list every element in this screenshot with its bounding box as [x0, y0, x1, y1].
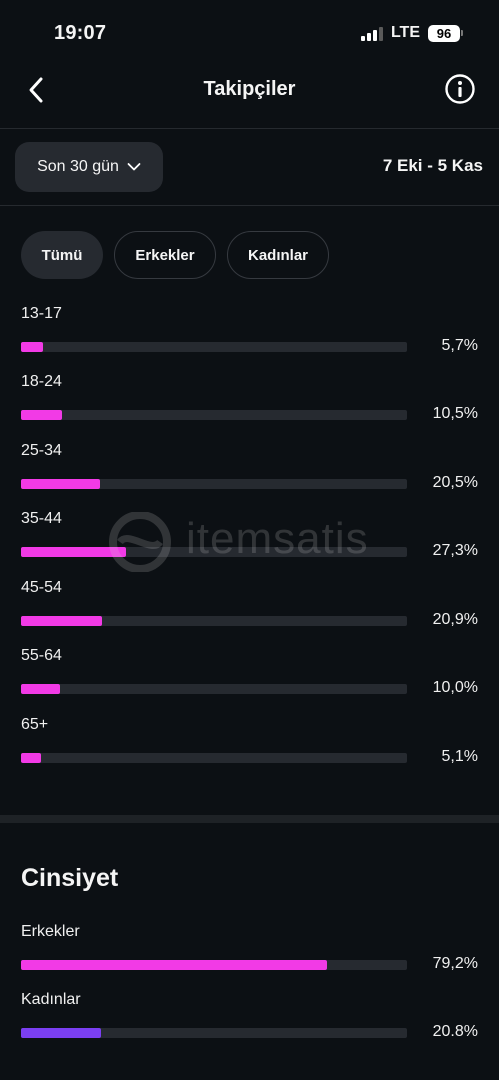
gender-value: 20.8%: [432, 1023, 478, 1040]
age-bar-track: [21, 342, 407, 352]
age-value: 20,5%: [432, 474, 478, 491]
age-label: 25-34: [21, 442, 62, 459]
tab-men[interactable]: Erkekler: [114, 231, 216, 279]
gender-bar-fill: [21, 960, 327, 970]
gender-bar-fill: [21, 1028, 102, 1038]
section-divider: [0, 815, 499, 823]
battery-icon: 96: [428, 24, 463, 42]
gender-label: Kadınlar: [21, 991, 81, 1008]
battery-level: 96: [428, 24, 460, 42]
age-label: 45-54: [21, 579, 62, 596]
header-divider: [0, 128, 499, 129]
age-bar-fill: [21, 616, 102, 626]
status-indicators: LTE 96: [360, 24, 463, 42]
age-bar-fill: [21, 342, 43, 352]
filter-divider: [0, 205, 499, 206]
age-bar-track: [21, 547, 407, 557]
gender-section-title: Cinsiyet: [21, 864, 119, 892]
age-label: 55-64: [21, 647, 62, 664]
age-bar-track: [21, 410, 407, 420]
age-row: 13-17 5,7%: [0, 305, 499, 371]
age-bar-track: [21, 753, 407, 763]
tab-men-label: Erkekler: [135, 246, 195, 264]
gender-label: Erkekler: [21, 923, 80, 940]
age-value: 10,5%: [432, 405, 478, 422]
age-bar-fill: [21, 684, 60, 694]
gender-bar-track: [21, 1028, 407, 1038]
age-value: 20,9%: [432, 611, 478, 628]
date-range-text: 7 Eki - 5 Kas: [382, 156, 483, 175]
age-bar-fill: [21, 547, 127, 557]
age-bar-track: [21, 479, 407, 489]
age-value: 5,7%: [441, 337, 478, 354]
age-bar-track: [21, 616, 407, 626]
age-value: 10,0%: [432, 679, 478, 696]
info-button[interactable]: [443, 72, 477, 106]
age-label: 18-24: [21, 373, 62, 390]
signal-icon: [360, 26, 383, 41]
status-bar: 19:07 LTE 96: [0, 0, 499, 66]
age-bar-fill: [21, 753, 41, 763]
age-row: 65+ 5,1%: [0, 716, 499, 782]
tab-women-label: Kadınlar: [247, 246, 308, 264]
age-row: 55-64 10,0%: [0, 647, 499, 713]
age-label: 35-44: [21, 510, 62, 527]
info-icon: [445, 74, 475, 104]
gender-bar-track: [21, 960, 407, 970]
gender-row: Kadınlar 20.8%: [0, 991, 499, 1057]
status-time: 19:07: [54, 22, 107, 44]
tab-all-label: Tümü: [41, 246, 83, 264]
age-bar-track: [21, 684, 407, 694]
age-row: 18-24 10,5%: [0, 373, 499, 439]
age-bar-fill: [21, 410, 62, 420]
range-label: Son 30 gün: [37, 158, 119, 175]
age-row: 45-54 20,9%: [0, 579, 499, 645]
network-label: LTE: [390, 24, 420, 41]
age-value: 27,3%: [432, 542, 478, 559]
age-bar-fill: [21, 479, 101, 489]
chevron-down-icon: [127, 163, 141, 171]
nav-bar: Takipçiler: [0, 66, 499, 128]
age-value: 5,1%: [441, 748, 478, 765]
age-row: 25-34 20,5%: [0, 442, 499, 508]
gender-row: Erkekler 79,2%: [0, 923, 499, 989]
tab-all[interactable]: Tümü: [21, 231, 103, 279]
tab-women[interactable]: Kadınlar: [227, 231, 329, 279]
age-row: 35-44 27,3%: [0, 510, 499, 576]
age-label: 13-17: [21, 305, 62, 322]
date-range-dropdown[interactable]: Son 30 gün: [15, 142, 163, 192]
age-label: 65+: [21, 716, 49, 733]
gender-value: 79,2%: [432, 955, 478, 972]
page-title: Takipçiler: [203, 78, 296, 100]
